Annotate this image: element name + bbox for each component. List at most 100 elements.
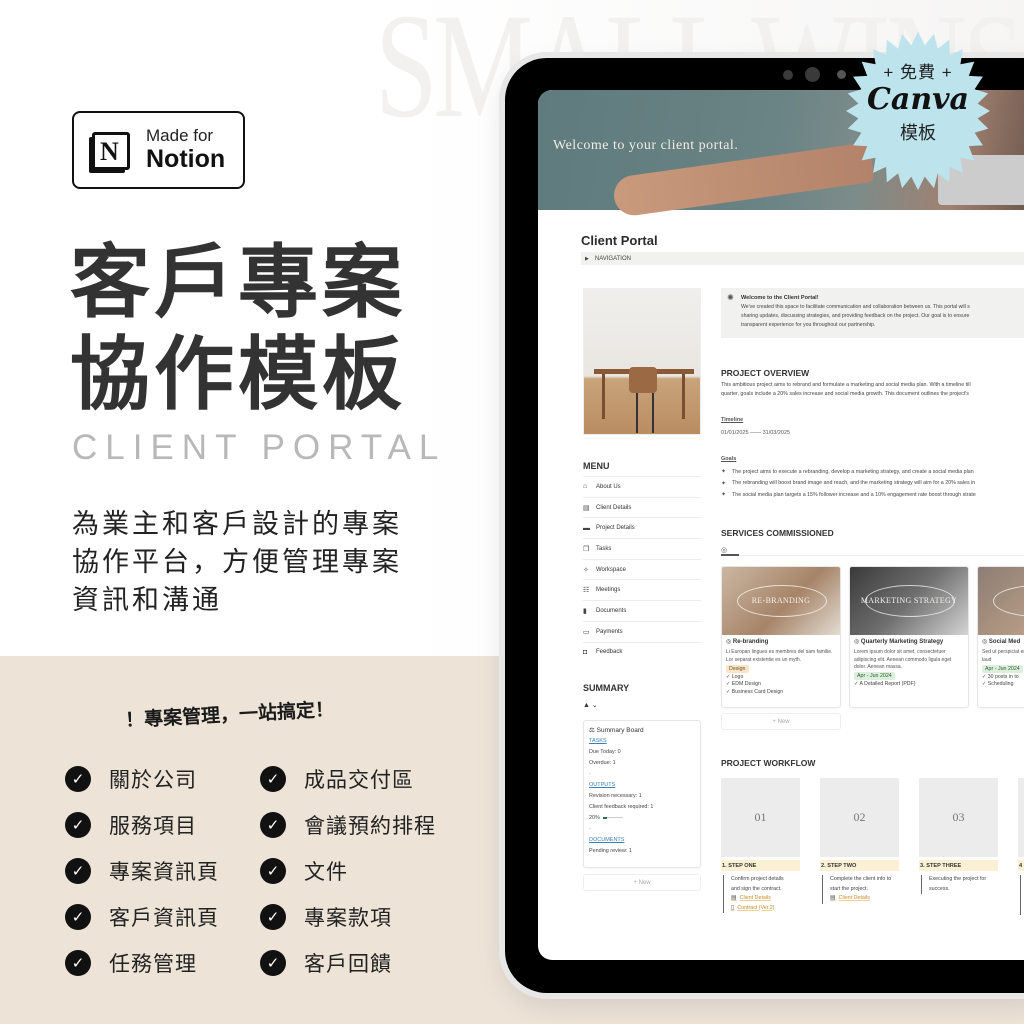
step-description-text: Complete the client info to start the pr… xyxy=(830,876,892,892)
menu-item-documents[interactable]: ▮ Documents xyxy=(583,600,701,621)
canva-badge-line1: + 免費 + xyxy=(883,63,953,82)
step-thumbnail[interactable]: 03 xyxy=(919,778,998,857)
summary-view-icon[interactable]: ▲ ⌄ xyxy=(583,701,598,709)
menu-item-feedback[interactable]: ◘ Feedback xyxy=(583,641,701,663)
service-icon: ◎ xyxy=(854,639,861,645)
star-bullet-icon: ✦ xyxy=(721,480,727,487)
tasks-label: TASKS xyxy=(589,738,607,744)
service-card-tag: Design xyxy=(726,664,749,673)
check-circle-icon: ✓ xyxy=(260,858,286,884)
page-title: Client Portal xyxy=(581,233,658,248)
check-circle-icon: ✓ xyxy=(65,812,91,838)
badge-line1: Made for xyxy=(146,125,214,145)
feature-list: ✓ 關於公司 ✓ 成品交付區 ✓ 服務項目 ✓ 會議預約排程 ✓ 專案資訊頁 ✓ 文件 ✓ 客戶資訊頁 ✓ 專… xyxy=(65,766,445,976)
feature-item: ✓ 成品交付區 xyxy=(260,766,445,792)
deliverable-item: ✓ A Detailed Report (PDF) xyxy=(854,681,916,688)
menu-item-client-details[interactable]: ▤ Client Details xyxy=(583,496,701,518)
step-thumbnail[interactable]: 02 xyxy=(820,778,899,857)
service-card-title: Social Med xyxy=(988,639,1021,645)
goal-text: The project aims to execute a rebranding… xyxy=(732,468,974,475)
goals-list: ✦ The project aims to execute a rebrandin… xyxy=(721,466,1024,501)
feature-label: 專案款項 xyxy=(304,907,392,930)
services-heading: SERVICES COMMISSIONED xyxy=(721,528,834,538)
feature-label: 任務管理 xyxy=(109,953,197,976)
menu-item-workspace[interactable]: ✧ Workspace xyxy=(583,558,701,580)
feature-label: 關於公司 xyxy=(109,769,197,792)
step-link[interactable]: ▤ Client Details xyxy=(830,894,892,904)
progress-row: 20% xyxy=(589,815,695,821)
menu-item-label: Meetings xyxy=(596,587,621,594)
deliverable-item: ✓ EDM Design xyxy=(726,681,761,688)
goal-text: The social media plan targets a 15% foll… xyxy=(732,491,976,498)
check-circle-icon: ✓ xyxy=(65,858,91,884)
menu-item-icon: ▭ xyxy=(583,628,590,636)
service-card-description: Lorem ipsum dolor sit amet, consectetuer… xyxy=(854,649,952,670)
service-card[interactable]: RE-BRANDING ◎ Re-branding Li Europan lingu… xyxy=(721,566,841,708)
feature-label: 客戶回饋 xyxy=(304,953,392,976)
goal-item: ✦ The social media plan targets a 15% fol… xyxy=(721,489,1024,501)
link-page-icon: ▤ xyxy=(830,895,836,901)
service-card[interactable]: SOC ◎ Social Med Sed ut perspiciat error s… xyxy=(977,566,1024,708)
feature-item: ✓ 客戶資訊頁 xyxy=(65,904,260,930)
welcome-callout: ✺ Welcome to the Client Portal! We've cr… xyxy=(721,288,1024,338)
menu-item-icon: ◘ xyxy=(583,648,588,656)
feature-item: ✓ 客戶回饋 xyxy=(260,950,445,976)
step-label: 1. STEP ONE xyxy=(721,860,800,871)
menu-item-meetings[interactable]: ☷ Meetings xyxy=(583,579,701,600)
feature-label: 會議預約排程 xyxy=(304,815,436,838)
step-thumbnail[interactable]: 01 xyxy=(721,778,800,857)
menu-item-icon: ▮ xyxy=(583,607,587,615)
feature-item: ✓ 任務管理 xyxy=(65,950,260,976)
menu-item-label: Project Details xyxy=(596,525,635,532)
service-card-description: Li Europan lingues es membres del sam fa… xyxy=(726,649,833,663)
client-feedback-required: Client feedback required: 1 xyxy=(589,804,654,810)
step-link[interactable]: ▯ Contract (Ver.2) xyxy=(731,904,793,914)
feature-label: 文件 xyxy=(304,861,348,884)
step-label: 4 xyxy=(1018,860,1024,871)
feature-item: ✓ 文件 xyxy=(260,858,445,884)
menu-item-icon: ☷ xyxy=(583,587,590,595)
menu-item-payments[interactable]: ▭ Payments xyxy=(583,620,701,642)
star-bullet-icon: ✦ xyxy=(721,469,727,476)
feature-item: ✓ 專案款項 xyxy=(260,904,445,930)
step-description xyxy=(1020,875,1024,915)
menu-item-project-details[interactable]: ▬ Project Details xyxy=(583,517,701,538)
step-label: 2. STEP TWO xyxy=(820,860,899,871)
feature-item: ✓ 服務項目 xyxy=(65,812,260,838)
summary-board-card[interactable]: ⚖ Summary Board TASKS Due Today: 0 Overd… xyxy=(583,720,701,868)
service-card-tag: Apr - Jun 2024 xyxy=(854,672,895,681)
summary-new-button[interactable]: + New xyxy=(583,874,701,891)
made-for-notion-badge: N Made for Notion xyxy=(72,111,245,189)
hero-subtitle: 為業主和客戶設計的專案 協作平台，方便管理專案 資訊和溝通 xyxy=(72,509,402,615)
check-circle-icon: ✓ xyxy=(260,904,286,930)
step-thumbnail[interactable] xyxy=(1018,778,1024,857)
project-overview-heading: PROJECT OVERVIEW xyxy=(721,368,810,378)
notion-logo-icon: N xyxy=(88,126,134,174)
services-new-button[interactable]: + New xyxy=(721,713,841,730)
deliverable-item: ✓ 30 posts in to xyxy=(982,673,1019,680)
step-link[interactable]: ▤ Client Details xyxy=(731,894,793,904)
menu-item-label: Workspace xyxy=(596,566,626,573)
menu-item-label: About Us xyxy=(596,483,621,490)
check-circle-icon: ✓ xyxy=(260,950,286,976)
step-link-text[interactable]: Client Details xyxy=(839,894,870,904)
feature-label: 服務項目 xyxy=(109,815,197,838)
step-description-text: Executing the project for success. xyxy=(929,876,987,892)
due-today: Due Today: 0 xyxy=(589,749,621,755)
gallery-view-tab[interactable]: ◎ xyxy=(721,546,727,554)
feature-label: 專案資訊頁 xyxy=(109,861,219,884)
service-card[interactable]: MARKETING STRATEGY ◎ Quarterly Marketing … xyxy=(849,566,969,708)
navigation-toggle[interactable]: ▶ NAVIGATION xyxy=(581,252,1024,265)
menu-item-tasks[interactable]: ❐ Tasks xyxy=(583,538,701,559)
check-circle-icon: ✓ xyxy=(260,766,286,792)
menu-item-icon: ⌂ xyxy=(583,483,588,491)
step-link-text[interactable]: Client Details xyxy=(740,894,771,904)
menu-item-about-us[interactable]: ⌂ About Us xyxy=(583,476,701,497)
step-link-text[interactable]: Contract (Ver.2) xyxy=(737,904,774,914)
menu-heading: MENU xyxy=(583,461,610,471)
check-circle-icon: ✓ xyxy=(260,812,286,838)
hero-title: 客戶專案 協作模板 xyxy=(70,235,406,421)
check-circle-icon: ✓ xyxy=(65,950,91,976)
check-circle-icon: ✓ xyxy=(65,766,91,792)
step-description: Complete the client info to start the pr… xyxy=(822,875,892,904)
